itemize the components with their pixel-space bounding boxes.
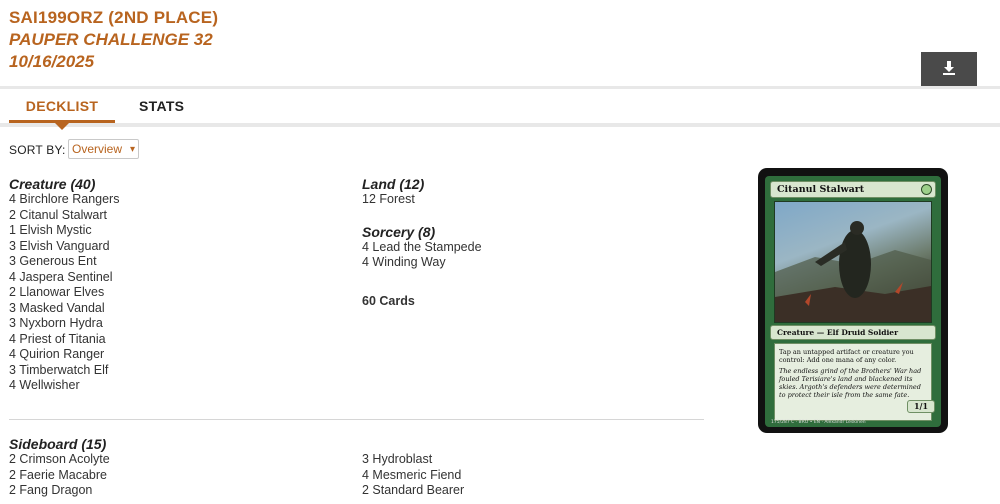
sort-selected-value: Overview [72, 142, 123, 156]
card-name-text: Citanul Stalwart [777, 184, 865, 195]
card-line[interactable]: 1 Elvish Mystic [9, 223, 119, 239]
card-line[interactable]: 3 Hydroblast [362, 452, 464, 468]
card-line[interactable]: 4 Wellwisher [9, 378, 119, 394]
sideboard-section-right: 3 Hydroblast 4 Mesmeric Fiend 2 Standard… [362, 452, 464, 499]
card-footer: 175/287 C · BRO • EN · Alexandr Leskinen [771, 420, 866, 425]
section-heading: Sideboard (15) [9, 436, 107, 452]
card-line[interactable]: 2 Faerie Macabre [9, 468, 110, 484]
section-heading: Sorcery (8) [362, 223, 436, 240]
card-power-toughness: 1/1 [907, 400, 935, 413]
card-line[interactable]: 4 Priest of Titania [9, 332, 119, 348]
header-divider [0, 86, 1000, 89]
card-line[interactable]: 3 Timberwatch Elf [9, 363, 119, 379]
creature-section: Creature (40) 4 Birchlore Rangers 2 Cita… [9, 176, 119, 394]
card-rules-text: Tap an untapped artifact or creature you… [779, 348, 914, 364]
event-date: 10/16/2025 [9, 52, 95, 71]
event-name: PAUPER CHALLENGE 32 [9, 30, 213, 49]
card-type-line: Creature — Elf Druid Soldier [770, 325, 936, 340]
card-line[interactable]: 2 Citanul Stalwart [9, 208, 119, 224]
download-button[interactable] [921, 52, 977, 86]
tabs-divider [0, 123, 1000, 127]
sideboard-section: Sideboard (15) 2 Crimson Acolyte 2 Faeri… [9, 436, 110, 499]
card-art [774, 201, 932, 323]
card-line[interactable]: 2 Fang Dragon [9, 483, 110, 499]
event-header: SAI199ORZ (2ND PLACE) PAUPER CHALLENGE 3… [9, 7, 218, 73]
card-line[interactable]: 12 Forest [362, 192, 482, 208]
green-mana-icon [921, 184, 932, 195]
card-line[interactable]: 4 Quirion Ranger [9, 347, 119, 363]
card-line[interactable]: 3 Masked Vandal [9, 301, 119, 317]
tab-stats[interactable]: STATS [139, 98, 184, 114]
card-line[interactable]: 4 Mesmeric Fiend [362, 468, 464, 484]
section-heading: Land (12) [362, 176, 425, 192]
card-line[interactable]: 2 Standard Bearer [362, 483, 464, 499]
card-line[interactable]: 4 Lead the Stampede [362, 240, 482, 256]
card-line[interactable]: 3 Generous Ent [9, 254, 119, 270]
sideboard-divider [9, 419, 704, 420]
card-frame: Citanul Stalwart Creature — Elf Druid So… [765, 176, 941, 427]
player-title: SAI199ORZ (2ND PLACE) [9, 8, 219, 27]
sort-label: SORT BY: [9, 143, 66, 157]
card-line[interactable]: 4 Winding Way [362, 255, 482, 271]
card-line[interactable]: 4 Jaspera Sentinel [9, 270, 119, 286]
card-line[interactable]: 3 Nyxborn Hydra [9, 316, 119, 332]
card-line[interactable]: 2 Crimson Acolyte [9, 452, 110, 468]
tab-decklist[interactable]: DECKLIST [9, 98, 115, 114]
card-flavor-text: The endless grind of the Brothers' War h… [779, 367, 922, 399]
card-preview: Citanul Stalwart Creature — Elf Druid So… [758, 168, 948, 433]
card-line[interactable]: 4 Birchlore Rangers [9, 192, 119, 208]
sort-select[interactable]: Overview ▾ [68, 139, 139, 159]
active-tab-caret [55, 123, 69, 130]
land-sorcery-section: Land (12) 12 Forest Sorcery (8) 4 Lead t… [362, 176, 482, 309]
section-heading: Creature (40) [9, 176, 96, 192]
card-line[interactable]: 2 Llanowar Elves [9, 285, 119, 301]
download-icon [941, 60, 957, 79]
card-line[interactable]: 3 Elvish Vanguard [9, 239, 119, 255]
chevron-down-icon: ▾ [129, 144, 135, 155]
deck-total: 60 Cards [362, 293, 415, 308]
card-name: Citanul Stalwart [770, 181, 936, 198]
